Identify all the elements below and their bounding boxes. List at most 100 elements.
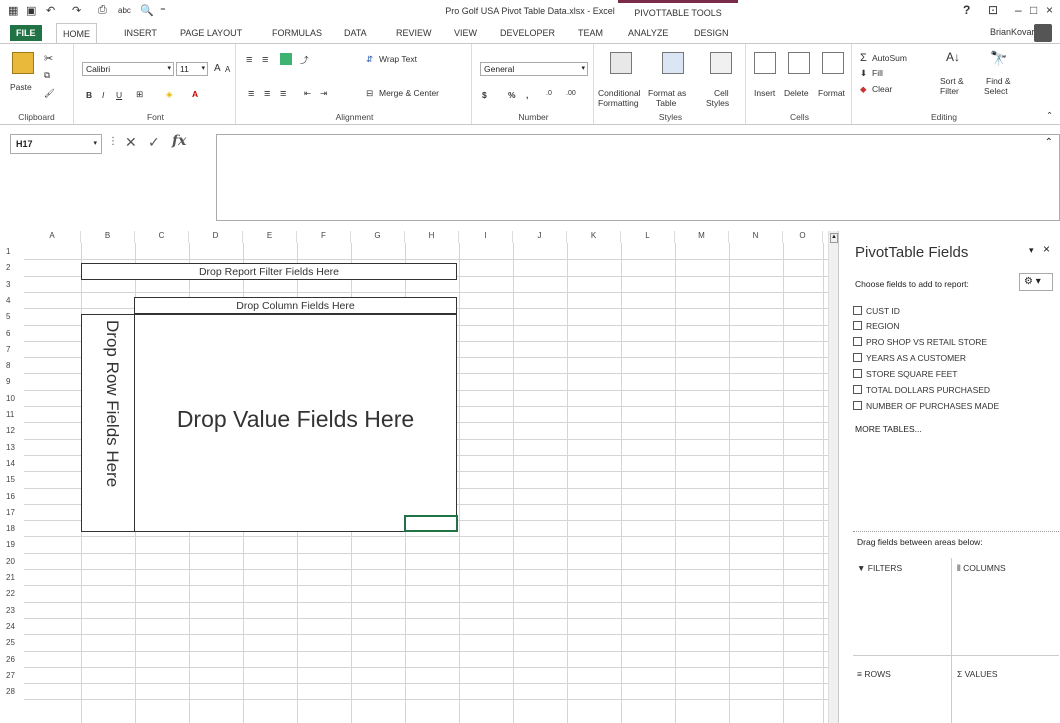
- italic-icon[interactable]: I: [102, 90, 104, 100]
- comma-icon[interactable]: ,: [526, 90, 528, 100]
- vertical-scrollbar[interactable]: ▲: [828, 231, 838, 723]
- pane-options-icon[interactable]: ▾: [1029, 245, 1034, 256]
- shrink-font-icon[interactable]: A: [225, 65, 230, 74]
- column-header[interactable]: L: [621, 231, 675, 243]
- align-center-icon[interactable]: ≡: [264, 88, 270, 100]
- checkbox-icon[interactable]: [853, 321, 862, 330]
- column-header[interactable]: J: [513, 231, 567, 243]
- row-header[interactable]: 1: [0, 247, 24, 256]
- formula-input[interactable]: ⌃: [216, 134, 1060, 221]
- paste-icon[interactable]: [12, 52, 34, 74]
- tab-team[interactable]: TEAM: [578, 28, 603, 38]
- tab-analyze[interactable]: ANALYZE: [628, 28, 668, 38]
- row-header[interactable]: 17: [0, 508, 24, 517]
- format-as-table-icon[interactable]: [662, 52, 684, 74]
- conditional-formatting-icon[interactable]: [610, 52, 632, 74]
- column-header[interactable]: B: [81, 231, 135, 243]
- align-left-icon[interactable]: ≡: [248, 88, 254, 100]
- format-cells-icon[interactable]: [822, 52, 844, 74]
- fill-button[interactable]: Fill: [872, 68, 883, 78]
- wrap-text-button[interactable]: Wrap Text: [379, 54, 417, 64]
- conditional-formatting-button-line2[interactable]: Formatting: [598, 98, 639, 108]
- tab-review[interactable]: REVIEW: [396, 28, 432, 38]
- row-header[interactable]: 12: [0, 426, 24, 435]
- gear-icon[interactable]: ⚙ ▾: [1019, 273, 1053, 291]
- row-header[interactable]: 21: [0, 573, 24, 582]
- checkbox-icon[interactable]: [853, 369, 862, 378]
- column-header[interactable]: C: [135, 231, 189, 243]
- row-header[interactable]: 22: [0, 589, 24, 598]
- column-header[interactable]: D: [189, 231, 243, 243]
- values-area[interactable]: Σ VALUES: [957, 669, 998, 679]
- tab-design[interactable]: DESIGN: [694, 28, 729, 38]
- column-header[interactable]: G: [351, 231, 405, 243]
- column-header[interactable]: O: [783, 231, 823, 243]
- row-header[interactable]: 16: [0, 492, 24, 501]
- column-header[interactable]: F: [297, 231, 351, 243]
- user-name[interactable]: BrianKovar: [990, 27, 1035, 37]
- row-header[interactable]: 18: [0, 524, 24, 533]
- name-box[interactable]: H17 ▾: [10, 134, 102, 154]
- sort-filter-icon[interactable]: A↓: [946, 50, 960, 64]
- borders-icon[interactable]: ⊞: [136, 89, 143, 100]
- help-icon[interactable]: ?: [963, 3, 970, 17]
- field-purchases[interactable]: NUMBER OF PURCHASES MADE: [853, 401, 999, 411]
- insert-function-button[interactable]: fx: [172, 133, 186, 149]
- align-right-icon[interactable]: ≡: [280, 88, 286, 100]
- row-header[interactable]: 28: [0, 687, 24, 696]
- column-header[interactable]: E: [243, 231, 297, 243]
- bold-icon[interactable]: B: [86, 90, 92, 100]
- find-select-button-line2[interactable]: Select: [984, 86, 1008, 96]
- checkbox-icon[interactable]: [853, 385, 862, 394]
- sort-filter-button[interactable]: Sort &: [940, 76, 964, 86]
- format-painter-icon[interactable]: 🖌: [44, 88, 55, 99]
- checkbox-icon[interactable]: [853, 306, 862, 315]
- conditional-formatting-button[interactable]: Conditional: [598, 88, 641, 98]
- cell-styles-icon[interactable]: [710, 52, 732, 74]
- column-header[interactable]: K: [567, 231, 621, 243]
- autosum-button[interactable]: AutoSum: [872, 53, 907, 63]
- row-header[interactable]: 11: [0, 410, 24, 419]
- columns-area[interactable]: ⦀ COLUMNS: [957, 563, 1006, 574]
- rows-area[interactable]: ≡ ROWS: [857, 669, 891, 679]
- collapse-ribbon-icon[interactable]: ⌃: [1046, 110, 1053, 121]
- currency-icon[interactable]: $: [482, 90, 487, 100]
- top-align-icon[interactable]: ≡: [246, 54, 252, 66]
- tab-home[interactable]: HOME: [56, 23, 97, 44]
- format-as-table-button-line2[interactable]: Table: [656, 98, 676, 108]
- field-cust-id[interactable]: CUST ID: [853, 306, 900, 316]
- sort-filter-button-line2[interactable]: Filter: [940, 86, 959, 96]
- close-icon[interactable]: ×: [1046, 3, 1053, 17]
- increase-decimal-icon[interactable]: .0: [546, 90, 552, 97]
- tab-data[interactable]: DATA: [344, 28, 367, 38]
- row-header[interactable]: 13: [0, 443, 24, 452]
- merge-center-button[interactable]: Merge & Center: [379, 88, 439, 98]
- tab-developer[interactable]: DEVELOPER: [500, 28, 555, 38]
- format-button[interactable]: Format: [818, 88, 845, 98]
- number-format-select[interactable]: General ▾: [480, 62, 588, 76]
- delete-cells-icon[interactable]: [788, 52, 810, 74]
- field-years[interactable]: YEARS AS A CUSTOMER: [853, 353, 966, 363]
- column-header[interactable]: N: [729, 231, 783, 243]
- checkbox-icon[interactable]: [853, 337, 862, 346]
- bottom-align-icon[interactable]: [280, 53, 292, 65]
- clear-button[interactable]: Clear: [872, 84, 892, 94]
- row-header[interactable]: 27: [0, 671, 24, 680]
- font-size-select[interactable]: 11 ▾: [176, 62, 208, 76]
- maximize-icon[interactable]: □: [1030, 3, 1037, 17]
- font-name-select[interactable]: Calibri ▾: [82, 62, 174, 76]
- scroll-up-icon[interactable]: ▲: [830, 233, 838, 243]
- field-pro-shop[interactable]: PRO SHOP VS RETAIL STORE: [853, 337, 987, 347]
- column-header[interactable]: H: [405, 231, 459, 243]
- close-pane-icon[interactable]: ×: [1043, 242, 1050, 256]
- grow-font-icon[interactable]: A: [214, 63, 221, 74]
- row-header[interactable]: 26: [0, 655, 24, 664]
- minimize-icon[interactable]: –: [1015, 3, 1022, 17]
- middle-align-icon[interactable]: ≡: [262, 54, 268, 66]
- row-header[interactable]: 7: [0, 345, 24, 354]
- insert-button[interactable]: Insert: [754, 88, 775, 98]
- fill-color-icon[interactable]: ◈: [166, 89, 173, 100]
- row-header[interactable]: 5: [0, 312, 24, 321]
- row-header[interactable]: 10: [0, 394, 24, 403]
- find-select-icon[interactable]: 🔭: [990, 50, 1007, 67]
